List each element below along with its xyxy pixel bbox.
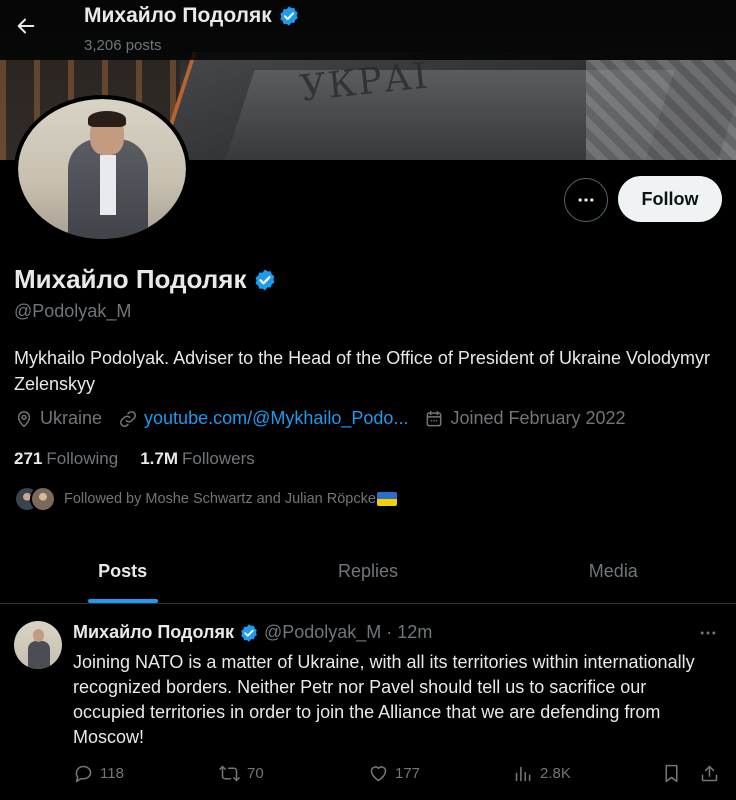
link-icon: [120, 410, 137, 427]
share-button[interactable]: [699, 763, 720, 784]
post-timestamp[interactable]: 12m: [397, 622, 432, 643]
profile-stats: 271 Following 1.7M Followers: [14, 449, 277, 469]
tab-label: Media: [588, 561, 638, 581]
header-post-count: 3,206 posts: [84, 37, 162, 54]
repost-icon: [219, 765, 240, 782]
calendar-icon: [427, 410, 442, 426]
repost-count: 70: [247, 765, 264, 782]
location-pin-icon: [17, 410, 31, 427]
views-icon: [515, 766, 531, 782]
followers-label: Followers: [181, 449, 255, 468]
like-count: 177: [395, 765, 421, 782]
profile-name: Михайло Подоляк: [14, 264, 247, 294]
post-author-handle[interactable]: @Podolyak_M: [264, 622, 381, 643]
reply-count: 118: [100, 765, 124, 782]
top-bar: Михайло Подоляк 3,206 posts: [0, 0, 736, 60]
tab-media[interactable]: Media: [491, 540, 736, 603]
profile-name-row: Михайло Подоляк: [14, 264, 277, 295]
followers-link[interactable]: 1.7M Followers: [140, 449, 255, 469]
like-button[interactable]: 177: [368, 763, 420, 784]
banner-pavement: [586, 60, 736, 160]
more-options-button[interactable]: [564, 178, 608, 222]
profile-bio: Mykhailo Podolyak. Adviser to the Head o…: [14, 348, 711, 394]
profile-avatar[interactable]: [14, 95, 190, 243]
website-item[interactable]: youtube.com/@Mykhailo_Podo...: [118, 408, 408, 429]
views-button[interactable]: 2.8K: [513, 763, 571, 784]
verified-badge-icon[interactable]: [239, 623, 259, 643]
heart-icon: [370, 766, 387, 782]
followed-by[interactable]: Followed by Moshe Schwartz and Julian Rö…: [14, 486, 397, 512]
more-dots-icon: [700, 631, 716, 635]
website-link[interactable]: youtube.com/@Mykhailo_Podo...: [144, 408, 408, 429]
followed-by-text: Followed by Moshe Schwartz and Julian Rö…: [64, 491, 376, 507]
tab-label: Replies: [337, 561, 398, 581]
ukraine-flag-icon: [376, 492, 397, 506]
header-title: Михайло Подоляк: [84, 4, 300, 28]
tab-replies[interactable]: Replies: [245, 540, 490, 603]
joined-item: Joined February 2022: [424, 408, 626, 429]
bookmark-icon: [665, 764, 678, 783]
follow-button[interactable]: Follow: [618, 176, 722, 222]
tab-label: Posts: [98, 561, 148, 581]
repost-button[interactable]: 70: [218, 763, 264, 784]
verified-badge-icon[interactable]: [253, 268, 277, 292]
arrow-left-icon: [17, 18, 35, 34]
post-actions: 118 70 177 2.8K: [73, 763, 728, 787]
header-name: Михайло Подоляк: [84, 4, 272, 27]
location-item: Ukraine: [14, 408, 102, 429]
following-link[interactable]: 271 Following: [14, 449, 118, 469]
post-author-name[interactable]: Михайло Подоляк: [73, 622, 234, 643]
following-count: 271: [14, 449, 43, 468]
post-header: Михайло Подоляк @Podolyak_M · 12m: [73, 622, 432, 643]
post-separator: ·: [386, 622, 393, 642]
followers-count: 1.7M: [140, 449, 178, 468]
profile-meta: Ukraine youtube.com/@Mykhailo_Podo... Jo…: [14, 408, 642, 429]
profile-tabs: Posts Replies Media: [0, 540, 736, 604]
bookmark-button[interactable]: [661, 763, 682, 784]
joined-text: Joined February 2022: [450, 408, 626, 428]
tab-posts[interactable]: Posts: [0, 540, 245, 603]
profile-handle: @Podolyak_M: [14, 301, 132, 321]
follower-avatar: [30, 486, 56, 512]
post[interactable]: Михайло Подоляк @Podolyak_M · 12m Joinin…: [0, 605, 736, 800]
reply-button[interactable]: 118: [73, 763, 124, 784]
verified-badge-icon: [280, 6, 298, 26]
views-count: 2.8K: [540, 765, 571, 782]
more-dots-icon: [578, 198, 594, 202]
location-text: Ukraine: [40, 408, 103, 428]
post-text: Joining NATO is a matter of Ukraine, wit…: [73, 652, 695, 747]
post-avatar[interactable]: [14, 621, 62, 669]
post-more-button[interactable]: [690, 619, 726, 647]
reply-icon: [75, 765, 92, 783]
share-icon: [701, 765, 718, 782]
active-tab-indicator: [87, 599, 158, 603]
following-label: Following: [46, 449, 119, 468]
back-button[interactable]: [6, 6, 46, 46]
